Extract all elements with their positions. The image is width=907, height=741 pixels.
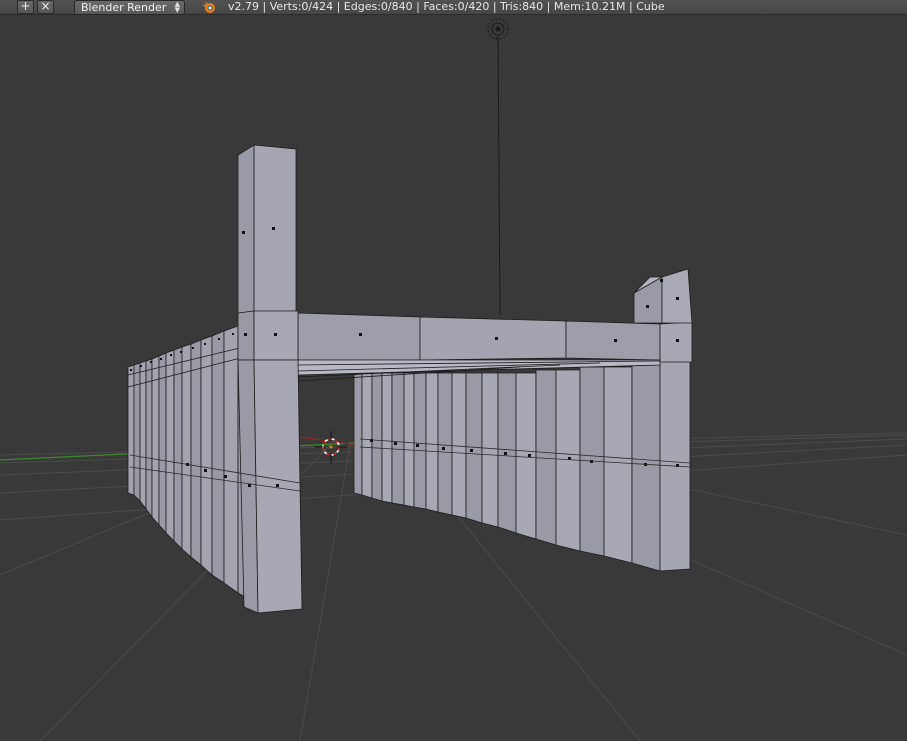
right-pillar-row[interactable] (353, 358, 691, 572)
close-icon: × (40, 0, 51, 13)
lamp-icon[interactable] (487, 18, 509, 316)
blender-logo-icon (202, 2, 215, 13)
delete-screen-button[interactable]: × (37, 0, 54, 14)
render-engine-select[interactable]: Blender Render ▲ ▼ (74, 0, 185, 15)
left-pillar-row[interactable] (127, 320, 253, 602)
3d-cursor-icon[interactable] (315, 431, 347, 463)
add-screen-button[interactable]: + (17, 0, 34, 14)
scene-statistics: v2.79 | Verts:0/424 | Edges:0/840 | Face… (228, 0, 665, 13)
render-engine-value: Blender Render (81, 1, 167, 14)
blender-window: + × Blender Render ▲ ▼ v2.79 | Verts:0/42… (0, 0, 907, 741)
updown-arrows-icon: ▲ ▼ (174, 0, 180, 14)
info-header: + × Blender Render ▲ ▼ v2.79 | Verts:0/42… (0, 0, 907, 15)
plus-icon: + (20, 0, 31, 13)
3d-viewport[interactable] (0, 15, 907, 741)
viewport-canvas[interactable] (0, 15, 907, 741)
front-pillar[interactable] (237, 144, 303, 614)
right-tower[interactable] (633, 268, 693, 324)
